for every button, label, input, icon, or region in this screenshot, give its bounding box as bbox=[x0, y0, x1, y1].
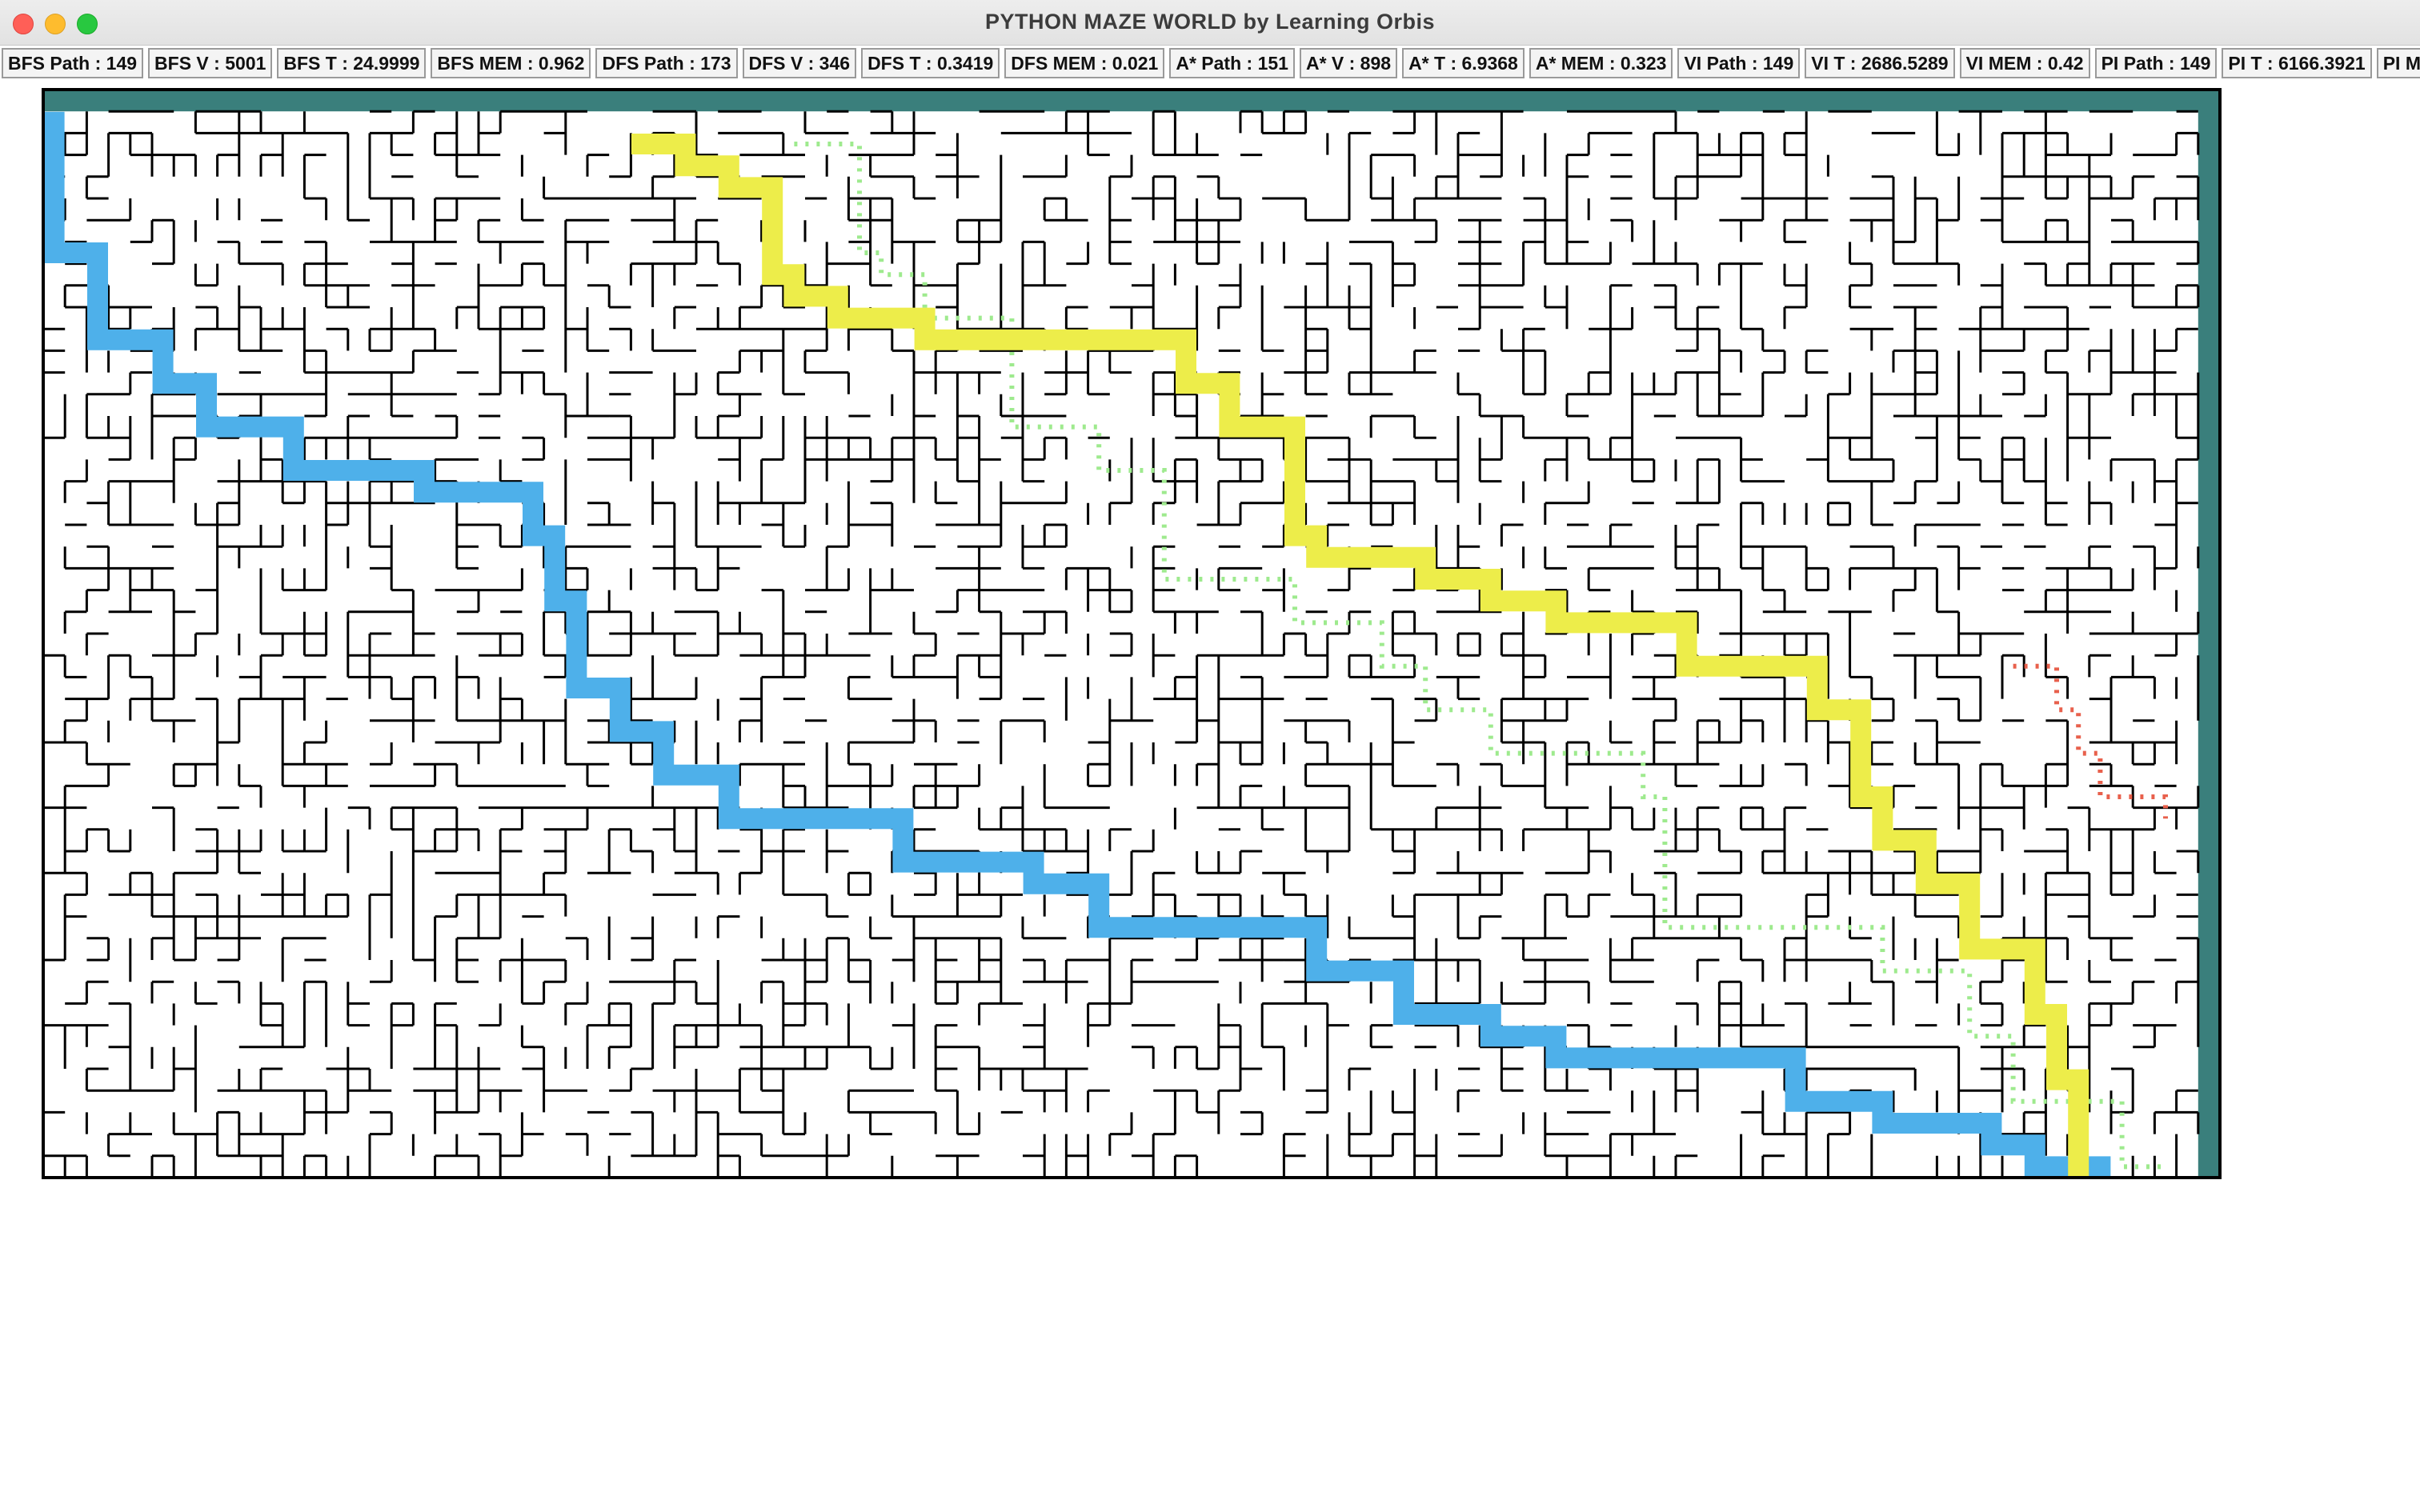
maze-grid bbox=[42, 88, 2222, 1179]
blue-solution-path bbox=[43, 111, 2111, 1178]
maze-canvas bbox=[0, 0, 2420, 1188]
maze-top-border-cells bbox=[43, 90, 2220, 112]
maze-right-border-cells bbox=[2198, 90, 2220, 1178]
maze-walls bbox=[43, 110, 2200, 1178]
empty-canvas-area bbox=[0, 1184, 2420, 1512]
